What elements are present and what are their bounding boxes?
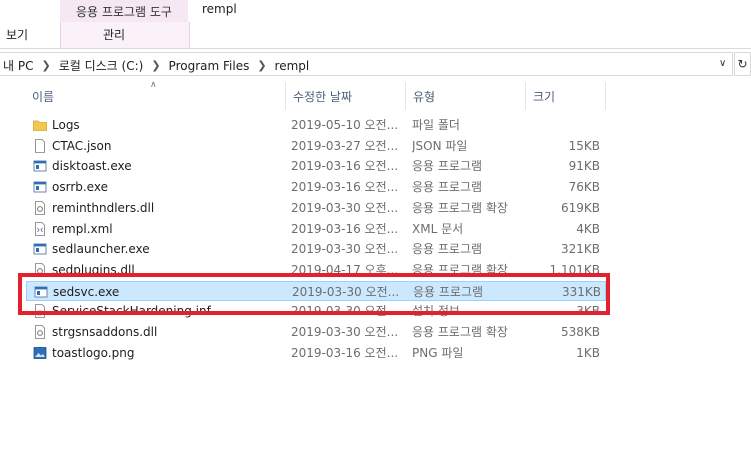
file-date: 2019-05-10 오전... — [291, 118, 399, 132]
breadcrumb-rempl[interactable]: rempl — [275, 59, 310, 73]
breadcrumb-program-files[interactable]: Program Files — [169, 59, 250, 73]
chevron-down-icon[interactable]: ∨ — [719, 58, 726, 69]
file-size: 538KB — [560, 325, 600, 339]
file-row[interactable]: reminthndlers.dll 2019-03-30 오전... 응용 프로그램… — [26, 198, 606, 218]
file-row[interactable]: sedlauncher.exe 2019-03-30 오전... 응용 프로그램 32… — [26, 239, 606, 259]
refresh-icon: ↻ — [737, 57, 748, 71]
file-type: 응용 프로그램 — [412, 242, 483, 257]
file-size: 76KB — [568, 180, 600, 195]
file-name: toastlogo.png — [52, 345, 135, 360]
file-type: PNG 파일 — [412, 345, 464, 360]
file-row[interactable]: CTAC.json 2019-03-27 오전... JSON 파일 15KB — [26, 136, 606, 156]
contextual-tab-app-tools[interactable]: 응용 프로그램 도구 — [60, 0, 188, 22]
file-type: XML 문서 — [412, 221, 464, 236]
file-date: 2019-03-30 오전... — [291, 325, 399, 339]
column-divider[interactable] — [605, 82, 606, 110]
file-name: disktoast.exe — [52, 159, 132, 174]
file-date: 2019-03-16 오전... — [291, 221, 399, 236]
file-name: sedlauncher.exe — [52, 242, 150, 257]
refresh-button[interactable]: ↻ — [734, 52, 751, 76]
file-date: 2019-03-30 오전... — [291, 200, 399, 215]
column-header-date[interactable]: 수정한 날짜 — [285, 82, 405, 110]
file-type: JSON 파일 — [412, 138, 468, 153]
file-name: reminthndlers.dll — [52, 200, 155, 215]
chevron-right-icon[interactable]: ❯ — [41, 59, 50, 72]
file-row[interactable]: osrrb.exe 2019-03-16 오전... 응용 프로그램 76KB — [26, 177, 606, 197]
file-name: strgsnsaddons.dll — [52, 325, 158, 339]
chevron-right-icon[interactable]: ❯ — [257, 59, 266, 72]
file-size — [526, 115, 600, 135]
folder-icon — [33, 118, 47, 132]
file-row[interactable]: Logs 2019-05-10 오전... 파일 폴더 — [26, 115, 606, 135]
file-type: 응용 프로그램 — [412, 180, 483, 195]
file-icon — [33, 138, 47, 153]
exe-icon — [33, 242, 47, 256]
breadcrumb-local-disk[interactable]: 로컬 디스크 (C:) — [59, 57, 144, 74]
file-row[interactable]: rempl.xml 2019-03-16 오전... XML 문서 4KB — [26, 219, 606, 239]
file-row[interactable]: toastlogo.png 2019-03-16 오전... PNG 파일 1KB — [26, 343, 606, 363]
file-size: 619KB — [560, 200, 600, 215]
tab-manage[interactable]: 관리 — [103, 26, 125, 43]
file-row[interactable]: strgsnsaddons.dll 2019-03-30 오전... 응용 프로그램… — [26, 322, 606, 342]
file-date: 2019-03-16 오전... — [291, 159, 399, 174]
file-type: 응용 프로그램 확장 — [412, 325, 508, 339]
file-date: 2019-03-27 오전... — [291, 138, 399, 153]
breadcrumb-this-pc[interactable]: 내 PC — [3, 57, 33, 74]
file-date: 2019-03-30 오전... — [291, 242, 399, 257]
breadcrumb: 내 PC ❯ 로컬 디스크 (C:) ❯ Program Files ❯ rem… — [3, 57, 309, 74]
file-type: 파일 폴더 — [412, 118, 460, 132]
highlight-box — [18, 273, 610, 315]
exe-icon — [33, 180, 47, 194]
column-header-name[interactable]: 이름 — [24, 82, 286, 110]
file-row[interactable]: disktoast.exe 2019-03-16 오전... 응용 프로그램 91KB — [26, 156, 606, 176]
file-type: 응용 프로그램 확장 — [412, 200, 508, 215]
xml-icon — [33, 221, 47, 236]
file-name: osrrb.exe — [52, 180, 108, 195]
column-header-type[interactable]: 유형 — [405, 82, 525, 110]
file-size: 321KB — [560, 242, 600, 257]
file-type: 응용 프로그램 — [412, 159, 483, 174]
file-size: 4KB — [576, 221, 600, 236]
file-date: 2019-03-16 오전... — [291, 180, 399, 195]
exe-icon — [33, 159, 47, 173]
file-name: rempl.xml — [52, 221, 113, 236]
dll-icon — [33, 325, 47, 339]
file-date: 2019-03-16 오전... — [291, 345, 399, 360]
window-title: rempl — [202, 2, 237, 16]
tab-view[interactable]: 보기 — [6, 26, 28, 43]
file-size: 91KB — [568, 159, 600, 174]
file-size: 15KB — [568, 138, 600, 153]
dll-icon — [33, 200, 47, 215]
image-icon — [33, 346, 47, 360]
file-name: CTAC.json — [52, 138, 112, 153]
file-size: 1KB — [576, 345, 600, 360]
file-name: Logs — [52, 118, 80, 132]
column-header-size[interactable]: 크기 — [525, 82, 605, 110]
chevron-right-icon[interactable]: ❯ — [151, 59, 160, 72]
